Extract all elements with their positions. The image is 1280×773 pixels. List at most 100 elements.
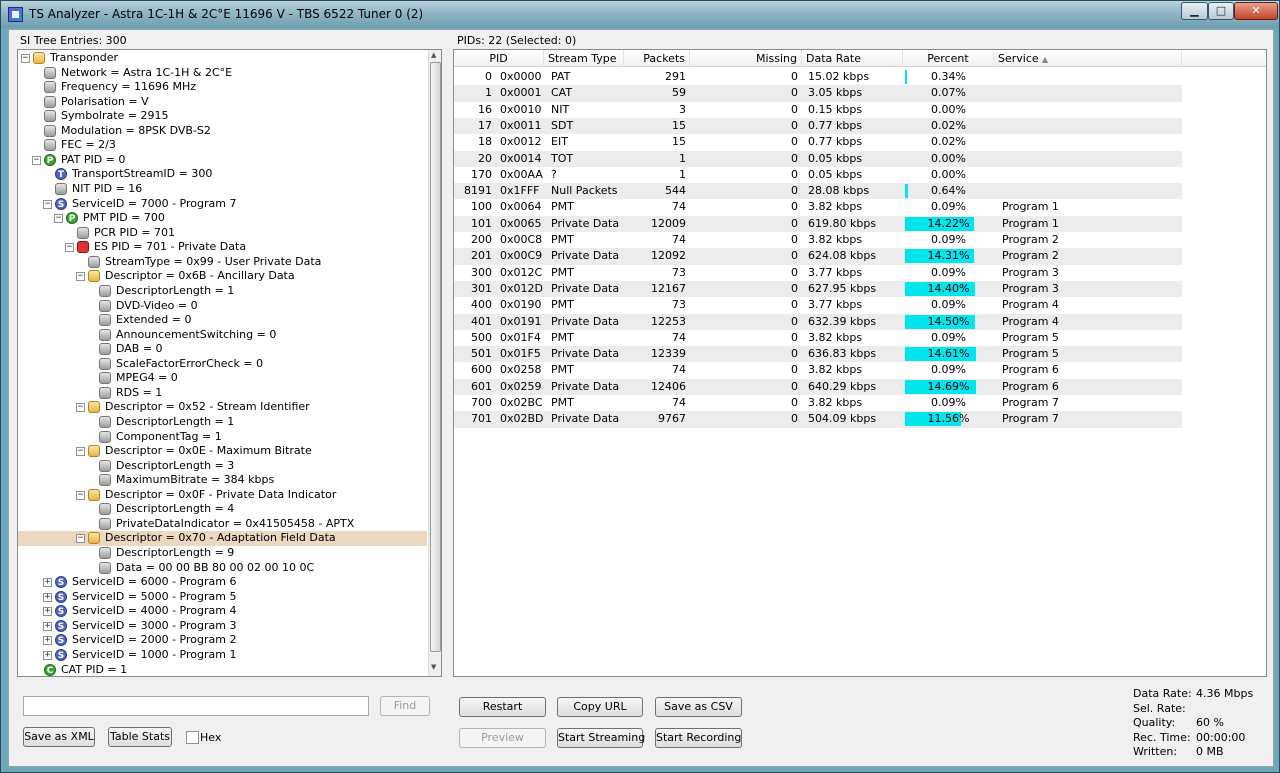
tree-node[interactable]: − Descriptor = 0x52 - Stream Identifier xyxy=(18,400,427,415)
tree-node[interactable]: StreamType = 0x99 - User Private Data xyxy=(18,255,427,270)
table-row[interactable]: 16 0x0010 NIT 3 0 0.15 kbps 0.00% xyxy=(454,102,1182,118)
tree-node[interactable]: DescriptorLength = 1 xyxy=(18,284,427,299)
col-stream-type[interactable]: Stream Type xyxy=(544,50,624,67)
copy-url-button[interactable]: Copy URL xyxy=(557,697,643,717)
minimize-button[interactable]: ▁ xyxy=(1181,2,1208,20)
col-service[interactable]: Service ▲ xyxy=(994,50,1182,67)
pid-table[interactable]: PID Stream Type Packets Missing Data Rat… xyxy=(453,49,1267,677)
tree-node[interactable]: + S ServiceID = 4000 - Program 4 xyxy=(18,604,427,619)
tree-node[interactable]: MaximumBitrate = 384 kbps xyxy=(18,473,427,488)
table-row[interactable]: 170 0x00AA? 1 0 0.05 kbps 0.00% xyxy=(454,167,1182,183)
tree-node[interactable]: DVD-Video = 0 xyxy=(18,299,427,314)
tree-node[interactable]: MPEG4 = 0 xyxy=(18,371,427,386)
tree-node[interactable]: RDS = 1 xyxy=(18,386,427,401)
table-row[interactable]: 600 0x0258 PMT 74 0 3.82 kbps Program 6 0.09% xyxy=(454,362,1182,378)
tree-node[interactable]: + S ServiceID = 5000 - Program 5 xyxy=(18,590,427,605)
expand-icon[interactable]: + xyxy=(43,650,52,660)
tree-node[interactable]: AnnouncementSwitching = 0 xyxy=(18,328,427,343)
collapse-icon[interactable]: − xyxy=(32,155,41,165)
tree-node[interactable]: − P PAT PID = 0 xyxy=(18,153,427,168)
tree-node[interactable]: + S ServiceID = 2000 - Program 2 xyxy=(18,633,427,648)
table-row[interactable]: 500 0x01F4 PMT 74 0 3.82 kbps Program 5 0.09% xyxy=(454,330,1182,346)
tree-node[interactable]: FEC = 2/3 xyxy=(18,138,427,153)
expand-icon[interactable]: + xyxy=(43,578,52,588)
tree-node[interactable]: − Descriptor = 0x0E - Maximum Bitrate xyxy=(18,444,427,459)
expand-icon[interactable]: + xyxy=(43,607,52,617)
tree-node[interactable]: DAB = 0 xyxy=(18,342,427,357)
hex-checkbox[interactable] xyxy=(186,731,199,744)
table-row[interactable]: 20 0x0014 TOT 1 0 0.05 kbps 0.00% xyxy=(454,150,1182,167)
collapse-icon[interactable]: − xyxy=(76,447,85,457)
table-row[interactable]: 501 0x01F5 Private Data 12339 0 636.83 kbps Pr… xyxy=(454,346,1182,363)
scroll-down-icon[interactable]: ▼ xyxy=(431,663,436,671)
tree-node[interactable]: Modulation = 8PSK DVB-S2 xyxy=(18,124,427,139)
tree-node[interactable]: − ES PID = 701 - Private Data xyxy=(18,240,427,255)
table-row[interactable]: 300 0x012C PMT 73 0 3.77 kbps Program 3 0.09% xyxy=(454,265,1182,281)
tree-node[interactable]: DescriptorLength = 4 xyxy=(18,502,427,517)
expand-icon[interactable]: + xyxy=(43,621,52,631)
table-row[interactable]: 0 0x0000 PAT 291 0 15.02 kbps 0.34% xyxy=(454,69,1182,85)
expand-icon[interactable]: + xyxy=(43,636,52,646)
tree-node[interactable]: Symbolrate = 2915 xyxy=(18,109,427,124)
col-data-rate[interactable]: Data Rate xyxy=(802,50,903,67)
start-recording-button[interactable]: Start Recording xyxy=(655,728,742,748)
collapse-icon[interactable]: − xyxy=(76,534,85,544)
tree-scroll-thumb[interactable] xyxy=(430,62,441,652)
tree-node[interactable]: − Descriptor = 0x0F - Private Data Indica… xyxy=(18,488,427,503)
title-bar[interactable]: TS Analyzer - Astra 1C-1H & 2C°E 11696 V… xyxy=(1,1,1279,28)
tree-node[interactable]: Polarisation = V xyxy=(18,95,427,110)
tree-node[interactable]: DescriptorLength = 9 xyxy=(18,546,427,561)
tree-node[interactable]: C CAT PID = 1 xyxy=(18,663,427,676)
collapse-icon[interactable]: − xyxy=(76,403,85,413)
table-row[interactable]: 8191 0x1FFF Null Packets 544 0 28.08 kbps 0.64… xyxy=(454,183,1182,200)
table-row[interactable]: 101 0x0065 Private Data 12009 0 619.80 kbps Pr… xyxy=(454,215,1182,232)
col-percent[interactable]: Percent xyxy=(903,50,994,67)
table-row[interactable]: 1 0x0001 CAT 59 0 3.05 kbps 0.07% xyxy=(454,85,1182,102)
close-button[interactable]: ✕ xyxy=(1234,2,1278,20)
table-row[interactable]: 301 0x012D Private Data 12167 0 627.95 kbps Pr… xyxy=(454,280,1182,298)
scroll-up-icon[interactable]: ▲ xyxy=(431,51,436,59)
table-row[interactable]: 100 0x0064 PMT 74 0 3.82 kbps Program 1 0.09% xyxy=(454,199,1182,215)
collapse-icon[interactable]: − xyxy=(65,243,74,253)
collapse-icon[interactable]: − xyxy=(76,490,85,500)
tree-node[interactable]: − Transponder xyxy=(18,51,427,66)
tree-node[interactable]: Data = 00 00 BB 80 00 02 00 10 0C xyxy=(18,561,427,576)
expand-icon[interactable]: + xyxy=(43,592,52,602)
restart-button[interactable]: Restart xyxy=(459,697,546,717)
tree-node[interactable]: + S ServiceID = 3000 - Program 3 xyxy=(18,619,427,634)
tree-node[interactable]: PrivateDataIndicator = 0x41505458 - APTX xyxy=(18,517,427,532)
table-row[interactable]: 601 0x0259 Private Data 12406 0 640.29 kbps Pr… xyxy=(454,378,1182,395)
start-streaming-button[interactable]: Start Streaming xyxy=(557,728,645,748)
tree-node[interactable]: DescriptorLength = 3 xyxy=(18,459,427,474)
save-xml-button[interactable]: Save as XML xyxy=(23,727,95,747)
table-row[interactable]: 18 0x0012 EIT 15 0 0.77 kbps 0.02% xyxy=(454,134,1182,150)
tree-node[interactable]: − Descriptor = 0x70 - Adaptation Field Da… xyxy=(18,531,427,546)
table-row[interactable]: 400 0x0190 PMT 73 0 3.77 kbps Program 4 0.09% xyxy=(454,297,1182,313)
collapse-icon[interactable]: − xyxy=(43,199,52,209)
tree-node[interactable]: − P PMT PID = 700 xyxy=(18,211,427,226)
table-row[interactable]: 401 0x0191 Private Data 12253 0 632.39 kbps Pr… xyxy=(454,313,1182,330)
save-csv-button[interactable]: Save as CSV xyxy=(655,697,742,717)
tree-node[interactable]: Network = Astra 1C-1H & 2C°E xyxy=(18,66,427,81)
tree-node[interactable]: DescriptorLength = 1 xyxy=(18,415,427,430)
tree-node[interactable]: ScaleFactorErrorCheck = 0 xyxy=(18,357,427,372)
collapse-icon[interactable]: − xyxy=(76,272,85,282)
maximize-button[interactable]: □ xyxy=(1208,2,1234,20)
tree-node[interactable]: NIT PID = 16 xyxy=(18,182,427,197)
tree-node[interactable]: T TransportStreamID = 300 xyxy=(18,167,427,182)
table-row[interactable]: 17 0x0011 SDT 15 0 0.77 kbps 0.02% xyxy=(454,117,1182,135)
tree-scrollbar[interactable]: ▲ ▼ xyxy=(428,50,441,676)
table-row[interactable]: 201 0x00C9 Private Data 12092 0 624.08 kbps Pr… xyxy=(454,248,1182,265)
find-button[interactable]: Find xyxy=(380,696,430,716)
tree-node[interactable]: − S ServiceID = 7000 - Program 7 xyxy=(18,197,427,212)
search-input[interactable] xyxy=(23,696,369,716)
tree-node[interactable]: ComponentTag = 1 xyxy=(18,430,427,445)
tree-node[interactable]: Frequency = 11696 MHz xyxy=(18,80,427,95)
tree-node[interactable]: − Descriptor = 0x6B - Ancillary Data xyxy=(18,269,427,284)
col-packets[interactable]: Packets xyxy=(624,50,690,67)
table-stats-button[interactable]: Table Stats xyxy=(108,727,172,747)
tree-node[interactable]: + S ServiceID = 1000 - Program 1 xyxy=(18,648,427,663)
collapse-icon[interactable]: − xyxy=(21,54,30,63)
si-tree[interactable]: − Transponder Network = Astra 1C-1H & 2C°E… xyxy=(17,49,442,677)
col-pid[interactable]: PID xyxy=(454,50,544,67)
